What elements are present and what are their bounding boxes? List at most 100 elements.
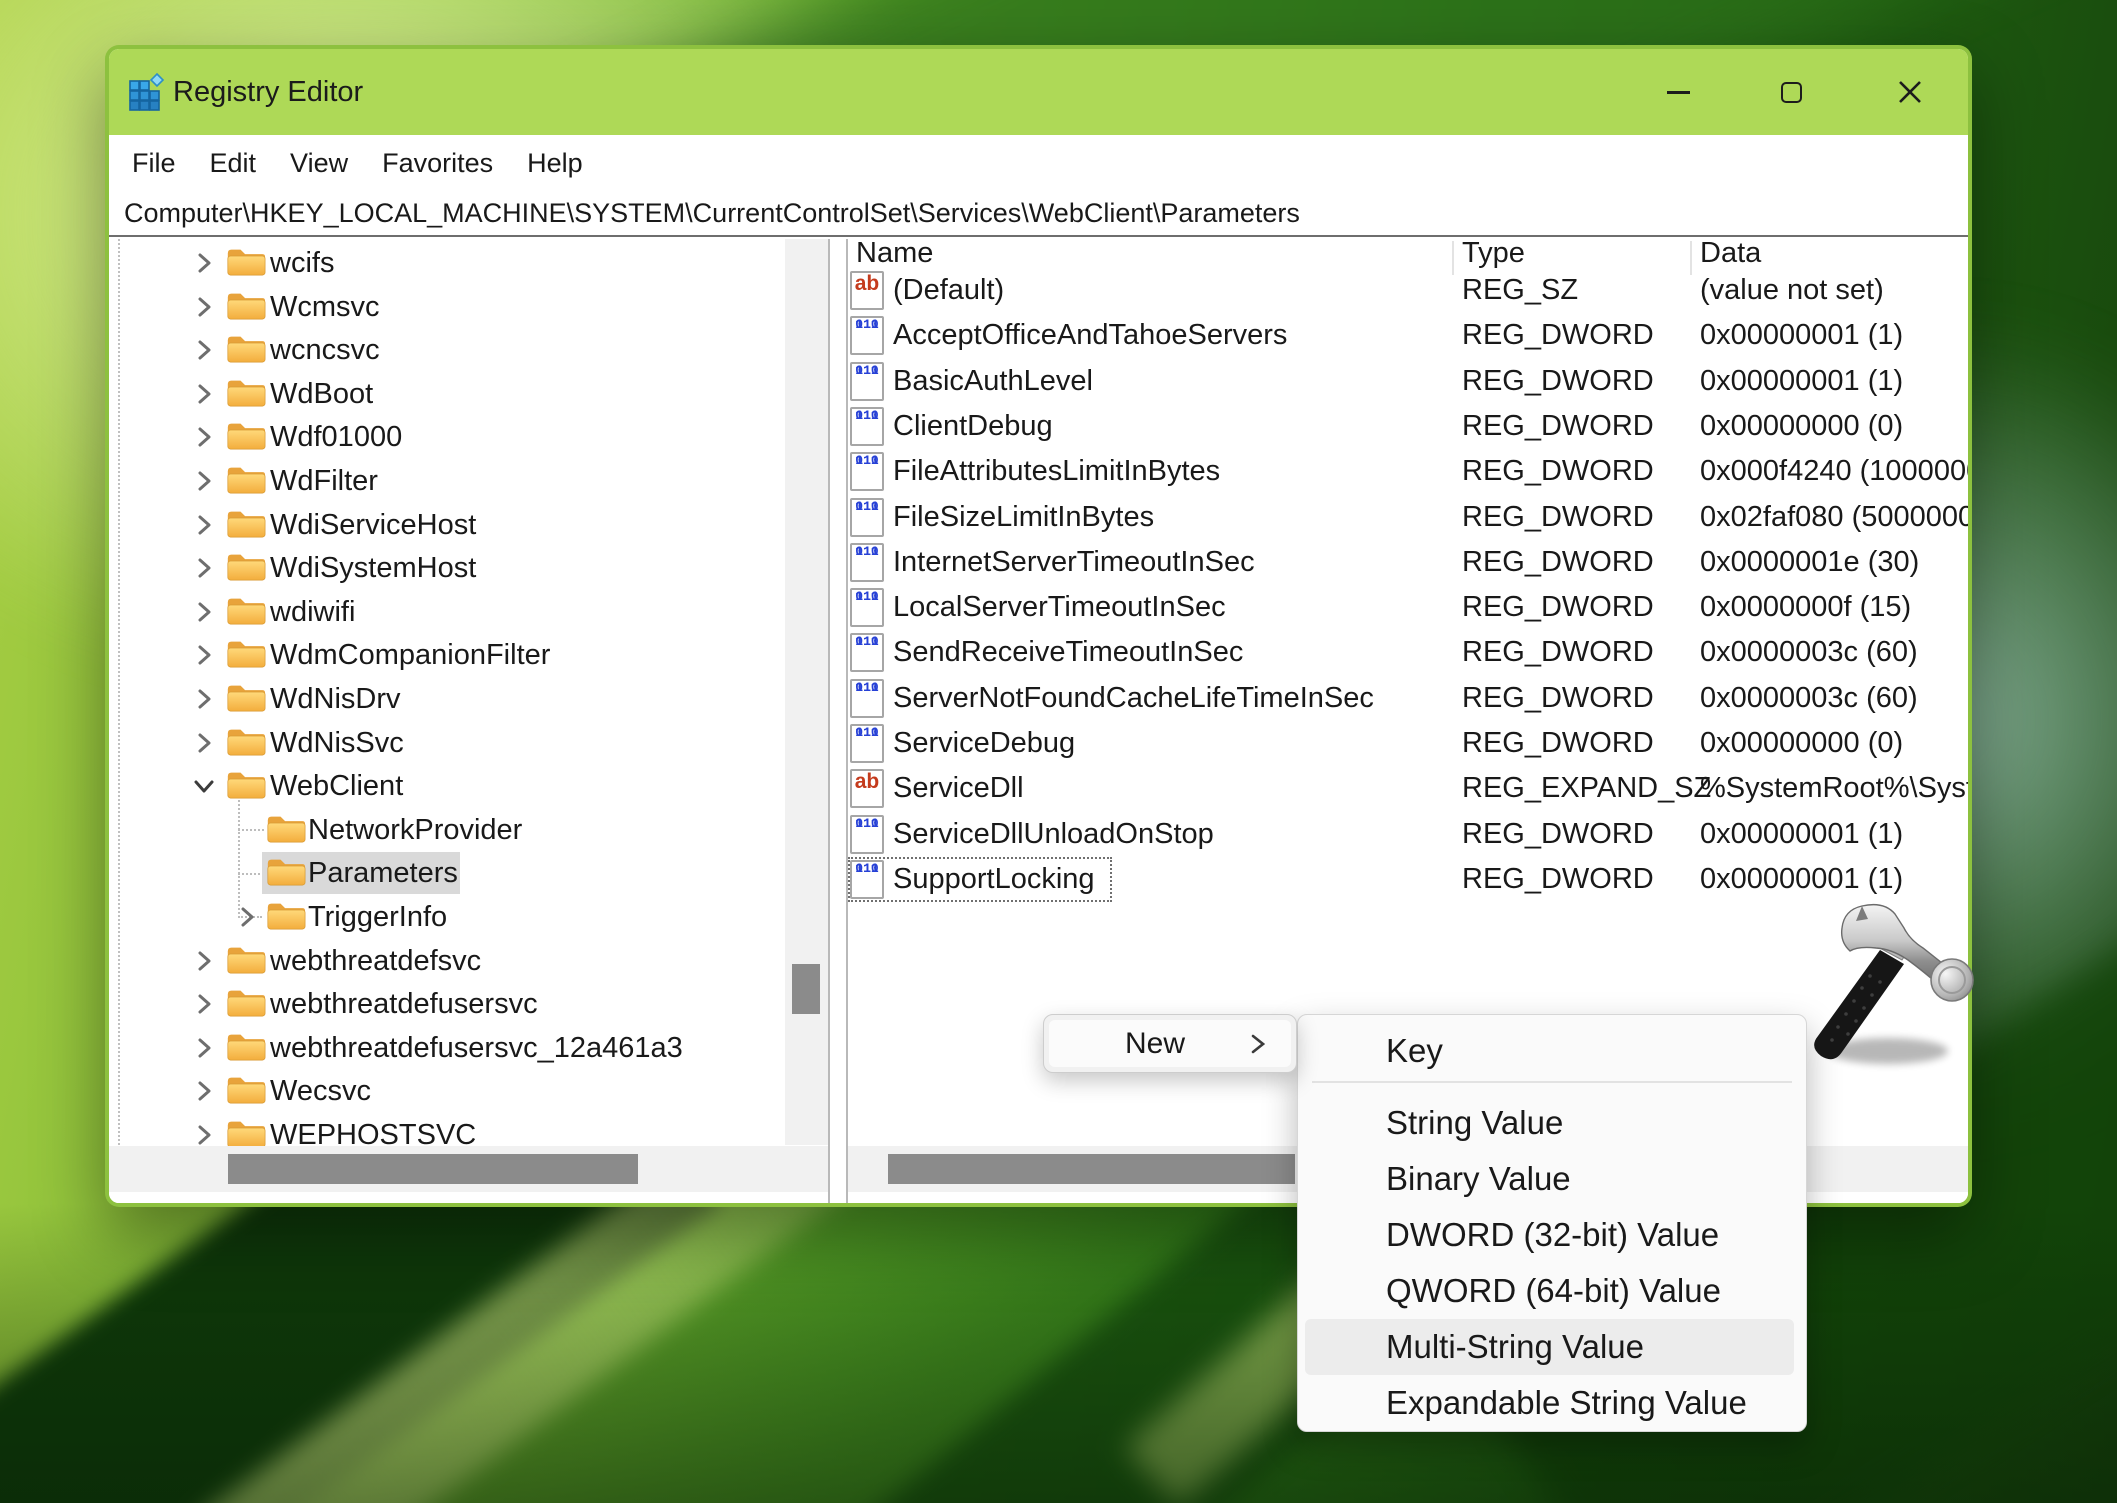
tree-item-webthreatdefusersvc_12a461a3[interactable]: webthreatdefusersvc_12a461a3 [109,1026,784,1070]
value-row-SendReceiveTimeoutInSec[interactable]: 011110SendReceiveTimeoutInSecREG_DWORD0x… [848,630,1968,675]
menu-favorites[interactable]: Favorites [365,140,510,186]
tree-item-Wcmsvc[interactable]: Wcmsvc [109,285,784,329]
chevron-right-icon[interactable] [193,1080,215,1102]
chevron-right-icon[interactable] [193,1124,215,1146]
value-row-LocalServerTimeoutInSec[interactable]: 011110LocalServerTimeoutInSecREG_DWORD0x… [848,585,1968,630]
tree-item-label: WdNisDrv [270,677,401,721]
value-data: 0x00000001 (1) [1700,359,1903,404]
chevron-right-icon[interactable] [193,426,215,448]
menu-view[interactable]: View [273,140,365,186]
chevron-right-icon[interactable] [193,514,215,536]
tree-item-WdBoot[interactable]: WdBoot [109,372,784,416]
address-bar[interactable]: Computer\HKEY_LOCAL_MACHINE\SYSTEM\Curre… [109,191,1968,237]
chevron-right-icon[interactable] [193,470,215,492]
tree-item-WdmCompanionFilter[interactable]: WdmCompanionFilter [109,633,784,677]
submenu-item-dword-32-bit-value[interactable]: DWORD (32-bit) Value [1305,1207,1794,1263]
value-row-ClientDebug[interactable]: 011110ClientDebugREG_DWORD0x00000000 (0) [848,404,1968,449]
chevron-right-icon[interactable] [236,906,258,928]
value-data: 0x0000003c (60) [1700,630,1918,675]
value-row-Default[interactable]: ab(Default)REG_SZ(value not set) [848,268,1968,313]
folder-icon [226,551,266,583]
submenu-item-multi-string-value[interactable]: Multi-String Value [1305,1319,1794,1375]
tree-vertical-scroll-thumb[interactable] [792,964,820,1014]
panel-divider[interactable] [828,239,848,1203]
column-header-data[interactable]: Data [1700,239,1761,270]
tree-item-label: webthreatdefusersvc [270,982,538,1026]
tree-item-WdiSystemHost[interactable]: WdiSystemHost [109,546,784,590]
tree-horizontal-scrollbar[interactable] [109,1146,828,1192]
list-horizontal-scroll-thumb[interactable] [888,1154,1295,1184]
column-header-type[interactable]: Type [1462,239,1525,270]
tree-item-webthreatdefusersvc[interactable]: webthreatdefusersvc [109,982,784,1026]
tree-item-WdNisDrv[interactable]: WdNisDrv [109,677,784,721]
chevron-right-icon[interactable] [193,993,215,1015]
tree-item-WdFilter[interactable]: WdFilter [109,459,784,503]
value-type: REG_DWORD [1462,540,1654,585]
chevron-right-icon[interactable] [193,1037,215,1059]
menu-help[interactable]: Help [510,140,600,186]
tree-item-label: wcncsvc [270,328,380,372]
chevron-right-icon[interactable] [193,557,215,579]
tree-item-label: Wecsvc [270,1069,371,1113]
tree-item-Wecsvc[interactable]: Wecsvc [109,1069,784,1113]
value-row-ServiceDebug[interactable]: 011110ServiceDebugREG_DWORD0x00000000 (0… [848,721,1968,766]
tree-item-wdiwifi[interactable]: wdiwifi [109,590,784,634]
tree-horizontal-scroll-thumb[interactable] [228,1154,638,1184]
address-path: Computer\HKEY_LOCAL_MACHINE\SYSTEM\Curre… [124,198,1300,228]
value-name: ServiceDebug [893,721,1075,766]
menu-edit[interactable]: Edit [193,140,274,186]
string-value-icon: ab [850,769,884,808]
value-data: 0x00000001 (1) [1700,812,1903,857]
tree-item-WdNisSvc[interactable]: WdNisSvc [109,721,784,765]
chevron-right-icon[interactable] [193,252,215,274]
tree-item-wcncsvc[interactable]: wcncsvc [109,328,784,372]
value-row-BasicAuthLevel[interactable]: 011110BasicAuthLevelREG_DWORD0x00000001 … [848,359,1968,404]
submenu-item-key[interactable]: Key [1305,1023,1794,1079]
value-row-FileSizeLimitInBytes[interactable]: 011110FileSizeLimitInBytesREG_DWORD0x02f… [848,495,1968,540]
context-menu-item-new[interactable]: New [1049,1020,1291,1067]
tree-item-label: WdiServiceHost [270,503,476,547]
tree-item-WebClient[interactable]: WebClient [109,764,784,808]
tree-vertical-scrollbar[interactable] [785,239,828,1145]
tree-item-NetworkProvider[interactable]: NetworkProvider [109,808,784,852]
chevron-down-icon[interactable] [193,775,215,797]
tree-item-webthreatdefsvc[interactable]: webthreatdefsvc [109,939,784,983]
dword-value-icon: 011110 [850,860,884,899]
minimize-button[interactable] [1645,65,1711,119]
close-button[interactable] [1877,65,1943,119]
chevron-right-icon[interactable] [193,950,215,972]
tree-item-WdiServiceHost[interactable]: WdiServiceHost [109,503,784,547]
value-row-SupportLocking[interactable]: 011110SupportLockingREG_DWORD0x00000001 … [848,857,1968,902]
maximize-button[interactable] [1758,65,1824,119]
chevron-right-icon[interactable] [193,383,215,405]
value-data: 0x00000000 (0) [1700,404,1903,449]
registry-app-icon [126,71,168,113]
submenu-item-qword-64-bit-value[interactable]: QWORD (64-bit) Value [1305,1263,1794,1319]
tree-item-TriggerInfo[interactable]: TriggerInfo [109,895,784,939]
folder-icon [226,377,266,409]
tree-item-Parameters[interactable]: Parameters [109,851,784,895]
menu-file[interactable]: File [115,140,193,186]
value-row-ServiceDllUnloadOnStop[interactable]: 011110ServiceDllUnloadOnStopREG_DWORD0x0… [848,812,1968,857]
value-row-ServerNotFoundCacheLifeTimeInSec[interactable]: 011110ServerNotFoundCacheLifeTimeInSecRE… [848,676,1968,721]
chevron-right-icon[interactable] [193,644,215,666]
column-header-name[interactable]: Name [856,239,933,270]
value-row-AcceptOfficeAndTahoeServers[interactable]: 011110AcceptOfficeAndTahoeServersREG_DWO… [848,313,1968,358]
tree-panel: wcifsWcmsvcwcncsvcWdBootWdf01000WdFilter… [109,239,828,1203]
tree-item-Wdf01000[interactable]: Wdf01000 [109,415,784,459]
chevron-right-icon[interactable] [193,601,215,623]
value-row-FileAttributesLimitInBytes[interactable]: 011110FileAttributesLimitInBytesREG_DWOR… [848,449,1968,494]
chevron-right-icon[interactable] [193,339,215,361]
chevron-right-icon[interactable] [193,688,215,710]
submenu-item-string-value[interactable]: String Value [1305,1095,1794,1151]
value-row-InternetServerTimeoutInSec[interactable]: 011110InternetServerTimeoutInSecREG_DWOR… [848,540,1968,585]
dword-value-icon: 011110 [850,362,884,401]
value-data: 0x00000000 (0) [1700,721,1903,766]
tree-item-wcifs[interactable]: wcifs [109,241,784,285]
submenu-item-expandable-string-value[interactable]: Expandable String Value [1305,1375,1794,1431]
submenu-item-binary-value[interactable]: Binary Value [1305,1151,1794,1207]
chevron-right-icon[interactable] [193,296,215,318]
value-row-ServiceDll[interactable]: abServiceDllREG_EXPAND_SZ%SystemRoot%\Sy… [848,766,1968,811]
folder-icon [226,246,266,278]
chevron-right-icon[interactable] [193,732,215,754]
